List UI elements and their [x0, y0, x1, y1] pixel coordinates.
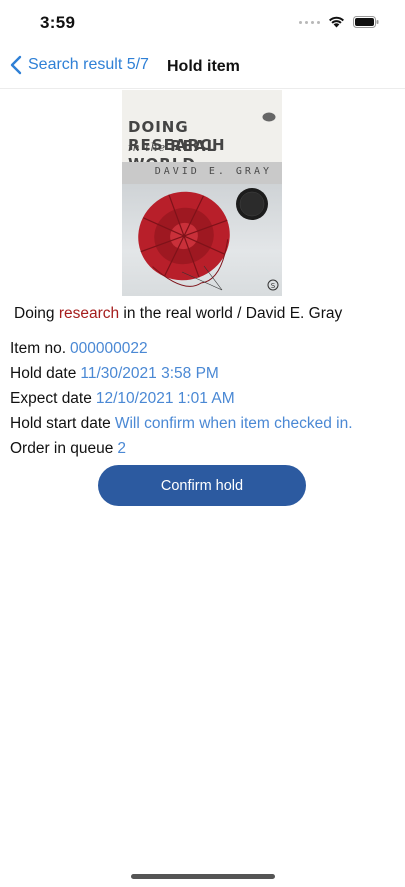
parachute-icon: S [138, 188, 279, 291]
page-title: Hold item [167, 58, 240, 75]
home-indicator[interactable] [131, 874, 275, 879]
chevron-left-icon [10, 55, 22, 75]
edition-badge-icon [262, 112, 276, 122]
status-time: 3:59 [40, 13, 76, 32]
detail-row-hold-date: Hold date 11/30/2021 3:58 PM [10, 365, 219, 382]
book-cover-image: DOING RESEARCH in theREAL WORLD DAVID E.… [122, 90, 282, 296]
confirm-hold-button[interactable]: Confirm hold [98, 465, 306, 506]
status-bar: 3:59 [0, 0, 405, 44]
svg-text:S: S [271, 282, 276, 290]
status-icons [299, 16, 379, 28]
cover-artwork: S [122, 184, 282, 296]
signal-dots-icon [299, 20, 320, 24]
detail-row-hold-start-date: Hold start date Will confirm when item ch… [10, 415, 353, 432]
navigation-bar: Search result 5/7 Hold item [0, 44, 405, 89]
hold-details: Item no. 000000022 Hold date 11/30/2021 3:… [10, 340, 353, 465]
wifi-icon [329, 16, 344, 28]
detail-row-item-no: Item no. 000000022 [10, 340, 148, 357]
back-button-label: Search result 5/7 [28, 56, 149, 73]
detail-row-order-in-queue: Order in queue 2 [10, 440, 127, 457]
cover-author-band: DAVID E. GRAY [122, 162, 282, 184]
cover-author: DAVID E. GRAY [154, 166, 272, 177]
search-term-highlight: research [58, 305, 120, 322]
back-button[interactable]: Search result 5/7 [10, 55, 149, 75]
book-title: Doing research in the real world / David… [14, 305, 343, 322]
detail-row-expect-date: Expect date 12/10/2021 1:01 AM [10, 390, 235, 407]
battery-icon [353, 16, 379, 28]
